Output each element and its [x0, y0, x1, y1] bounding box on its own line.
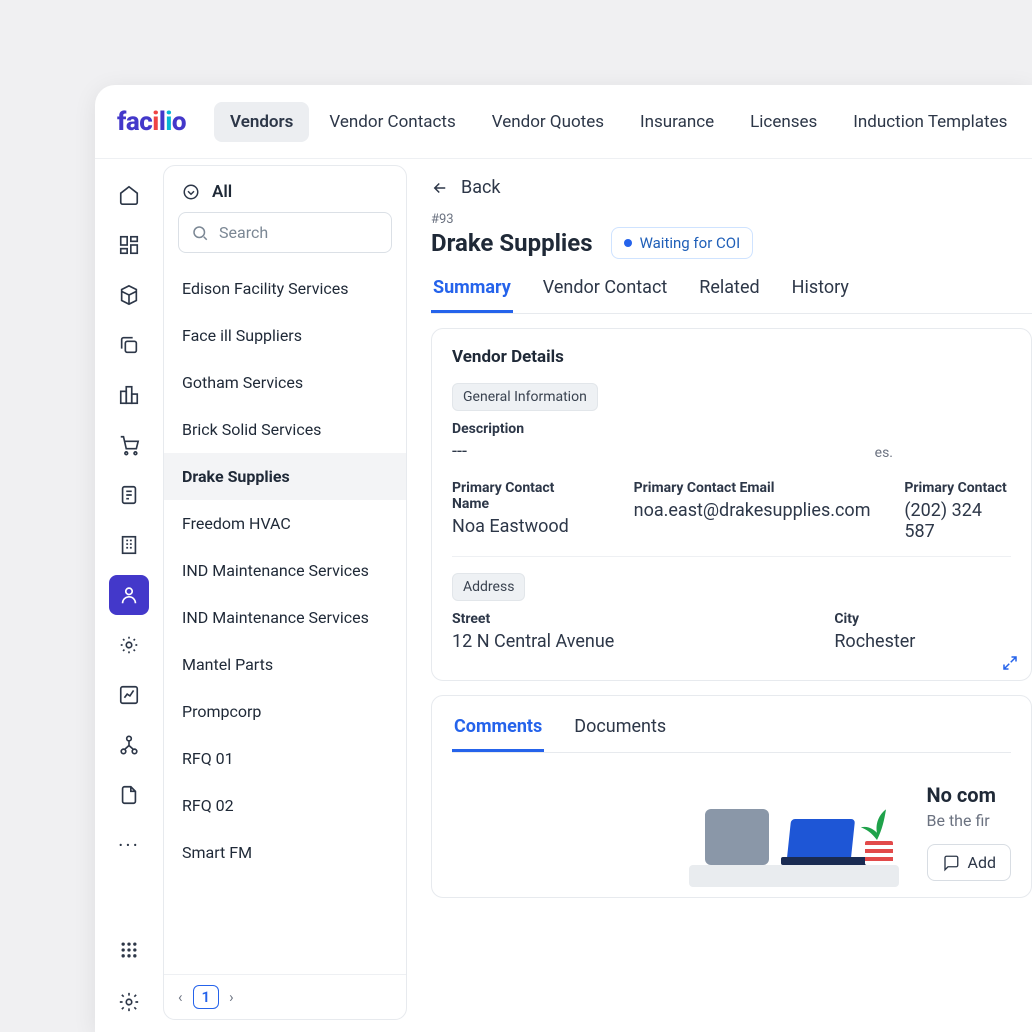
contact-phone-value: (202) 324 587	[904, 500, 1011, 542]
contact-phone-label: Primary Contact	[904, 480, 1011, 496]
nav-vendors[interactable]: Vendors	[214, 102, 309, 142]
list-item[interactable]: Mantel Parts	[164, 641, 406, 688]
nav-licenses[interactable]: Licenses	[734, 102, 833, 142]
comments-card: Comments Documents No com Be the fir	[431, 695, 1032, 898]
rail-receipt-icon[interactable]	[109, 475, 149, 515]
tab-vendor-contact[interactable]: Vendor Contact	[541, 273, 669, 313]
status-dot-icon	[624, 239, 632, 247]
rail-settings-icon[interactable]	[109, 982, 149, 1022]
email-truncation-hint: es.	[875, 445, 893, 461]
add-comment-label: Add	[968, 853, 996, 872]
street-label: Street	[452, 611, 614, 627]
search-icon	[191, 224, 209, 242]
nav-vendor-contacts[interactable]: Vendor Contacts	[313, 102, 471, 142]
list-item[interactable]: IND Maintenance Services	[164, 547, 406, 594]
add-comment-button[interactable]: Add	[927, 844, 1011, 881]
rail-dashboard-icon[interactable]	[109, 225, 149, 265]
street-value: 12 N Central Avenue	[452, 631, 614, 652]
nav-vendor-quotes[interactable]: Vendor Quotes	[476, 102, 620, 142]
list-item[interactable]: RFQ 02	[164, 782, 406, 829]
filter-chevron-icon[interactable]	[182, 183, 200, 201]
rail-copy-icon[interactable]	[109, 325, 149, 365]
filter-all-label: All	[212, 182, 232, 202]
contact-name-value: Noa Eastwood	[452, 516, 588, 537]
section-general-chip: General Information	[452, 383, 598, 411]
rail-file-icon[interactable]	[109, 775, 149, 815]
app-logo: facilio	[117, 107, 186, 137]
search-input[interactable]: Search	[178, 212, 392, 253]
nav-induction-templates[interactable]: Induction Templates	[837, 102, 1023, 142]
tab-history[interactable]: History	[790, 273, 851, 313]
pagination: ‹ 1 ›	[164, 974, 406, 1019]
rail-home-icon[interactable]	[109, 175, 149, 215]
search-placeholder: Search	[219, 223, 268, 242]
nav-insurance[interactable]: Insurance	[624, 102, 730, 142]
status-text: Waiting for COI	[640, 234, 741, 252]
contact-email-label: Primary Contact Email	[634, 480, 859, 496]
list-item[interactable]: Prompcorp	[164, 688, 406, 735]
nav-tabs: Vendors Vendor Contacts Vendor Quotes In…	[214, 102, 1023, 142]
rail-buildings-icon[interactable]	[109, 375, 149, 415]
vendor-list-panel: All Search Edison Facility ServicesFace …	[163, 165, 407, 1020]
rail-vendors-icon[interactable]	[109, 575, 149, 615]
list-item[interactable]: RFQ 01	[164, 735, 406, 782]
rail-gear-icon[interactable]	[109, 625, 149, 665]
list-item[interactable]: IND Maintenance Services	[164, 594, 406, 641]
page-current[interactable]: 1	[193, 985, 220, 1009]
list-item[interactable]: Freedom HVAC	[164, 500, 406, 547]
list-item[interactable]: Edison Facility Services	[164, 265, 406, 312]
section-address-chip: Address	[452, 573, 525, 601]
empty-comments-illustration	[689, 777, 899, 887]
back-label: Back	[461, 177, 501, 198]
top-nav: facilio Vendors Vendor Contacts Vendor Q…	[95, 85, 1032, 159]
list-item[interactable]: Gotham Services	[164, 359, 406, 406]
record-id: #93	[431, 212, 1032, 227]
list-item[interactable]: Brick Solid Services	[164, 406, 406, 453]
rail-apps-icon[interactable]	[109, 930, 149, 970]
tab-summary[interactable]: Summary	[431, 273, 513, 313]
page-next[interactable]: ›	[229, 988, 234, 1006]
description-label: Description	[452, 421, 1011, 437]
status-badge: Waiting for COI	[611, 227, 754, 259]
tab-comments[interactable]: Comments	[452, 712, 544, 752]
rail-chart-icon[interactable]	[109, 675, 149, 715]
contact-email-value: noa.east@drakesupplies.com	[634, 500, 859, 521]
rail-cart-icon[interactable]	[109, 425, 149, 465]
description-value: ---	[452, 441, 1011, 462]
tab-documents[interactable]: Documents	[572, 712, 668, 752]
list-item[interactable]: Face ill Suppliers	[164, 312, 406, 359]
expand-icon[interactable]	[1001, 654, 1019, 672]
rail-more-icon[interactable]: ···	[109, 825, 149, 865]
contact-name-label: Primary Contact Name	[452, 480, 588, 512]
vendor-details-card: Vendor Details General Information Descr…	[431, 328, 1032, 681]
empty-subtitle: Be the fir	[927, 811, 1011, 830]
city-value: Rochester	[834, 631, 915, 652]
list-item[interactable]: Drake Supplies	[164, 453, 406, 500]
card-title: Vendor Details	[452, 347, 1011, 367]
rail-tree-icon[interactable]	[109, 725, 149, 765]
comment-icon	[942, 854, 960, 872]
rail-cube-icon[interactable]	[109, 275, 149, 315]
arrow-left-icon	[431, 179, 449, 197]
empty-title: No com	[927, 783, 1011, 807]
city-label: City	[834, 611, 915, 627]
list-item[interactable]: Smart FM	[164, 829, 406, 876]
tab-related[interactable]: Related	[697, 273, 761, 313]
page-prev[interactable]: ‹	[178, 988, 183, 1006]
icon-rail: ···	[95, 159, 163, 1032]
detail-tabs: Summary Vendor Contact Related History	[431, 273, 1032, 314]
record-title: Drake Supplies	[431, 229, 593, 257]
back-button[interactable]: Back	[431, 177, 1032, 198]
rail-building-icon[interactable]	[109, 525, 149, 565]
